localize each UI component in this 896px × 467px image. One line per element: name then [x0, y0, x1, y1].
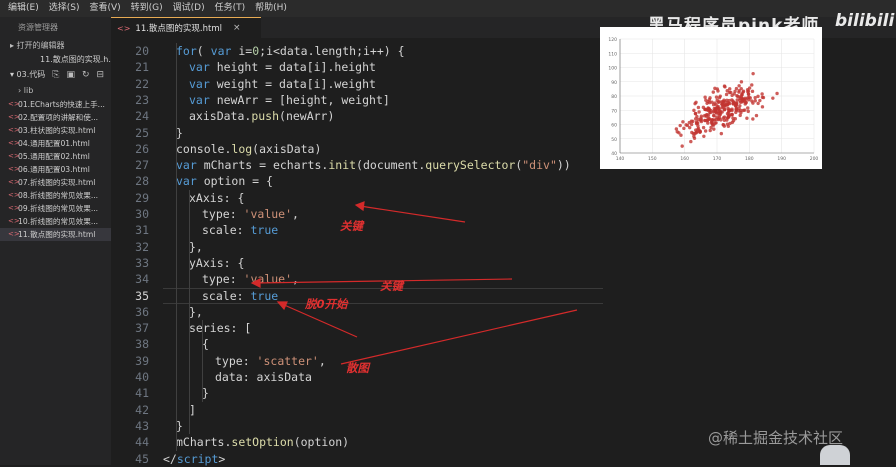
indent-guide — [176, 43, 177, 451]
arrow-xaxis — [359, 205, 466, 223]
indent-guide — [202, 320, 203, 402]
annotation-xaxis-key: 关键 — [340, 219, 363, 233]
indent-guide — [189, 189, 190, 435]
arrow-head-xaxis — [354, 201, 365, 212]
annotation-arrows — [250, 201, 578, 365]
arrow-scatter — [340, 309, 578, 365]
annotation-yaxis-key: 关键 — [380, 279, 403, 293]
arrow-head-yaxis-type — [250, 278, 261, 288]
arrow-head-scale — [276, 301, 288, 311]
annotation-scatter: 散图 — [346, 361, 369, 375]
annotation-not-from-zero: 脱0开始 — [305, 297, 348, 311]
